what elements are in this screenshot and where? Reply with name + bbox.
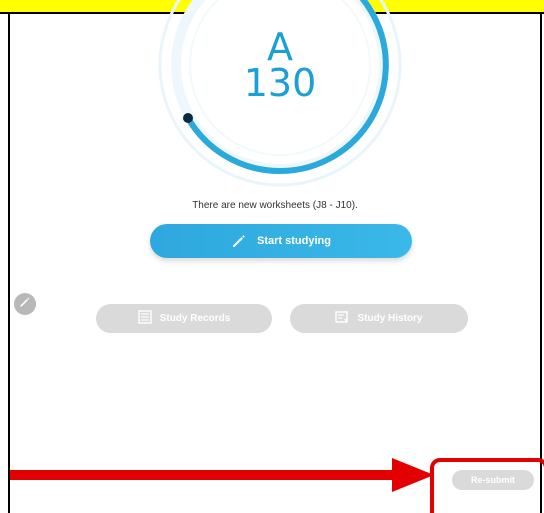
app-screen: A 130 There are new worksheets (J8 - J10…	[0, 0, 544, 513]
frame-line-right	[540, 12, 542, 513]
arrow-annotation	[10, 458, 434, 492]
study-history-button[interactable]: Study History	[290, 304, 468, 333]
progress-marker	[183, 113, 193, 123]
list-icon	[138, 310, 152, 327]
new-worksheets-message: There are new worksheets (J8 - J10).	[192, 200, 358, 211]
edit-button[interactable]	[14, 293, 36, 315]
study-records-button[interactable]: Study Records	[96, 304, 272, 333]
pencil-icon	[19, 295, 31, 313]
frame-line-left	[8, 12, 10, 513]
study-history-label: Study History	[357, 313, 423, 324]
score-value: 130	[243, 61, 317, 105]
highlight-box	[430, 458, 544, 513]
start-studying-button[interactable]: Start studying	[150, 224, 412, 258]
history-icon	[335, 310, 349, 327]
pencil-icon	[231, 233, 247, 249]
start-studying-label: Start studying	[257, 235, 331, 247]
study-records-label: Study Records	[159, 313, 231, 324]
